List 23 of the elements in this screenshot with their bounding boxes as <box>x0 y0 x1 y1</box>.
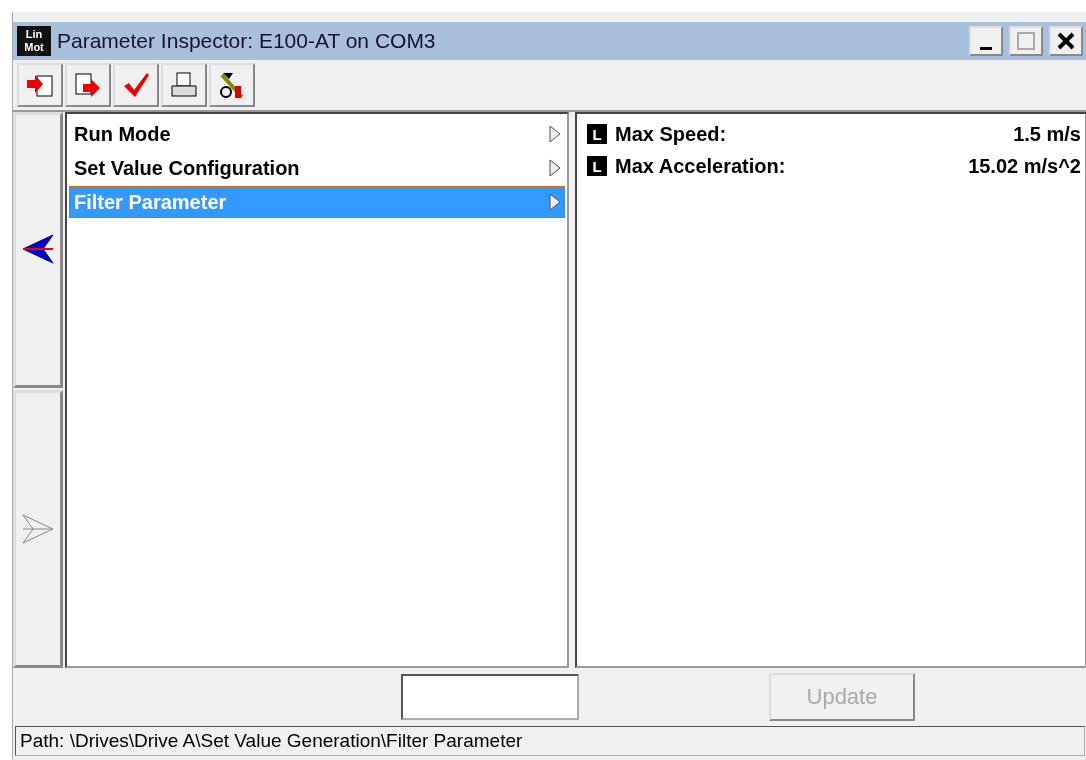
window-title: Parameter Inspector: E100-AT on COM3 <box>57 29 437 53</box>
close-icon <box>1057 32 1075 50</box>
parameter-badge: L <box>587 124 607 144</box>
parameter-value: 15.02 m/s^2 <box>968 154 1081 178</box>
maximize-button[interactable] <box>1009 26 1043 56</box>
minimize-icon <box>980 46 992 50</box>
app-logo: Lin Mot <box>17 26 51 56</box>
printer-icon <box>169 70 199 100</box>
submenu-arrow-icon <box>548 158 562 178</box>
toolbar-button[interactable] <box>209 63 255 107</box>
status-bar: Path: \Drives\Drive A\Set Value Generation\Filter Parameter <box>15 726 1085 756</box>
parameter-name: Max Acceleration: <box>615 154 787 178</box>
parameter-badge: L <box>587 156 607 176</box>
export-icon <box>73 70 103 100</box>
close-button[interactable] <box>1049 26 1083 56</box>
parameter-name: Max Speed: <box>615 122 728 146</box>
submenu-arrow-icon <box>548 124 562 144</box>
back-button[interactable] <box>13 112 63 388</box>
maximize-icon <box>1017 32 1035 50</box>
input-field[interactable] <box>401 674 579 720</box>
parameter-value: 1.5 m/s <box>1013 122 1081 146</box>
submenu-arrow-icon <box>548 192 562 212</box>
minimize-button[interactable] <box>969 26 1003 56</box>
